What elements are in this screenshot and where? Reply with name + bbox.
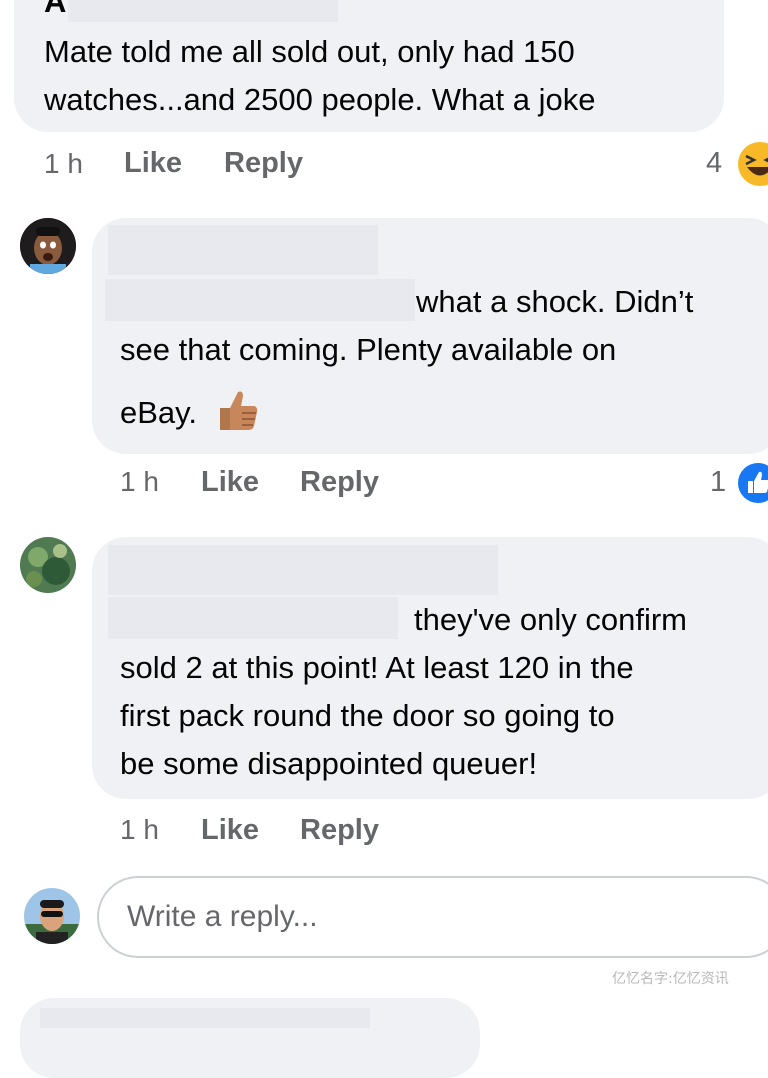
- comment-1-line-1: Mate told me all sold out, only had 150: [44, 34, 575, 69]
- comment-2-line-3: eBay.: [120, 395, 197, 430]
- comment-3-reply-button[interactable]: Reply: [300, 814, 379, 847]
- comment-2-line-1: what a shock. Didn’t: [416, 284, 694, 319]
- comment-2-timestamp: 1 h: [120, 466, 159, 497]
- comment-1-like-button[interactable]: Like: [124, 147, 182, 180]
- haha-emoji-icon[interactable]: [736, 140, 768, 188]
- comment-3-line-4: be some disappointed queuer!: [120, 746, 538, 781]
- comment-3-line-3: first pack round the door so going to: [120, 698, 615, 733]
- redacted-author-name: [68, 0, 338, 22]
- redacted-mention: [105, 279, 415, 321]
- current-user-avatar: [24, 888, 80, 944]
- reply-input-placeholder: Write a reply...: [127, 900, 318, 933]
- avatar[interactable]: [20, 218, 76, 274]
- comment-1-line-2: watches...and 2500 people. What a joke: [44, 82, 596, 117]
- comment-2-line-2: see that coming. Plenty available on: [120, 332, 617, 367]
- reply-input[interactable]: Write a reply...: [97, 876, 768, 958]
- comment-1-timestamp: 1 h: [44, 148, 83, 179]
- thumbs-up-emoji-icon: [212, 386, 262, 434]
- comment-3-like-button[interactable]: Like: [201, 814, 259, 847]
- watermark: 亿忆名字:亿忆资讯: [612, 971, 729, 987]
- comment-3-timestamp: 1 h: [120, 814, 159, 845]
- comment-1-reply-button[interactable]: Reply: [224, 147, 303, 180]
- comment-author-initial: A: [44, 0, 67, 19]
- avatar[interactable]: [20, 537, 76, 593]
- comment-2-like-button[interactable]: Like: [201, 466, 259, 499]
- comment-3-line-2: sold 2 at this point! At least 120 in th…: [120, 650, 634, 685]
- redacted-mention: [108, 597, 398, 639]
- redacted-author-name: [40, 1008, 370, 1028]
- like-icon[interactable]: [736, 461, 768, 505]
- comment-3-line-1: they've only confirm: [414, 602, 687, 637]
- comment-2-reaction-count[interactable]: 1: [710, 466, 726, 499]
- comment-1-reaction-count[interactable]: 4: [706, 147, 722, 180]
- comment-2-reply-button[interactable]: Reply: [300, 466, 379, 499]
- redacted-author-name: [108, 545, 498, 595]
- redacted-author-name: [108, 225, 378, 275]
